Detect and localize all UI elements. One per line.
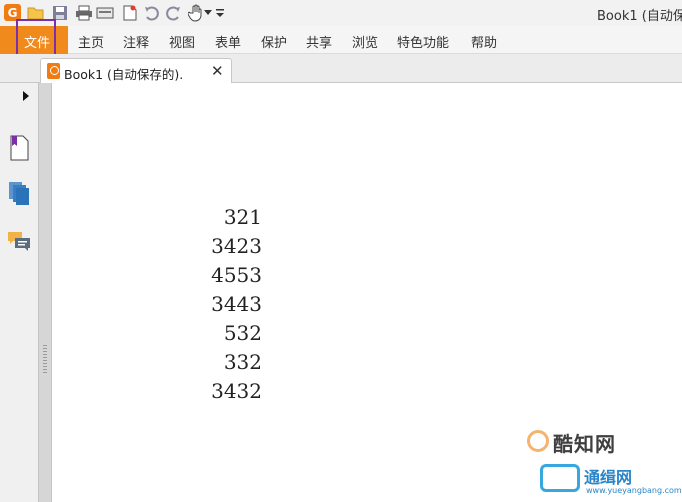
menu-share[interactable]: 共享 [306,32,332,51]
scan-icon[interactable] [96,4,114,22]
file-menu-highlight-box [16,19,56,57]
watermark-logo-icon [527,430,549,452]
pane-splitter[interactable] [38,83,52,502]
redo-icon[interactable] [164,4,182,22]
bookmark-icon[interactable] [7,135,31,161]
watermark-primary-text: 酷知网 [553,432,616,456]
menu-features[interactable]: 特色功能 [397,32,449,51]
close-icon[interactable]: ✕ [211,62,224,80]
watermark-secondary-text: 通缉网 [584,468,633,487]
document-number: 332 [223,350,262,374]
document-number: 532 [223,321,262,345]
menu-help[interactable]: 帮助 [471,32,497,51]
document-number: 3432 [211,379,262,403]
menu-protect[interactable]: 保护 [261,32,287,51]
document-tab[interactable]: Book1 (自动保存的). ✕ [40,58,232,84]
menu-form[interactable]: 表单 [215,32,241,51]
watermark-secondary-url: www.yueyangbang.com [586,486,682,495]
menu-home[interactable]: 主页 [78,32,104,51]
dropdown-arrow-icon[interactable] [203,4,213,22]
window-title: Book1 (自动保 [597,9,682,24]
splitter-grip[interactable] [43,345,47,375]
document-tab-label: Book1 (自动保存的). [64,67,184,82]
menu-browse[interactable]: 浏览 [352,32,378,51]
document-number: 3423 [211,234,262,258]
document-number: 321 [223,205,262,229]
navigation-pane [0,83,38,502]
new-document-icon[interactable] [121,4,139,22]
document-tab-strip: Book1 (自动保存的). ✕ [0,54,682,84]
document-number: 4553 [211,263,262,287]
expand-arrow-icon[interactable] [18,87,34,105]
comments-icon[interactable] [7,229,31,255]
ribbon-menu-bar: 文件 主页 注释 视图 表单 保护 共享 浏览 特色功能 帮助 [0,26,682,54]
undo-icon[interactable] [143,4,161,22]
document-number: 3443 [211,292,262,316]
pages-icon[interactable] [7,181,31,207]
quick-access-toolbar: G Book1 (自动保 [0,0,682,26]
watermark-secondary-logo-icon [540,464,580,492]
customize-icon[interactable] [214,4,226,22]
menu-view[interactable]: 视图 [169,32,195,51]
print-icon[interactable] [75,4,93,22]
menu-comment[interactable]: 注释 [123,32,149,51]
pdf-tab-icon [47,63,60,79]
